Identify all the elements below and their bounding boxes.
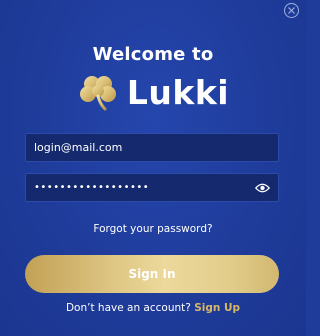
show-password-button[interactable] xyxy=(254,182,270,194)
password-field[interactable]: •••••••••••••••••• xyxy=(25,173,279,202)
close-icon xyxy=(288,7,295,14)
no-account-text: Don’t have an account? xyxy=(65,302,191,314)
brand-name: Lukki xyxy=(126,72,230,112)
close-button[interactable] xyxy=(284,3,299,18)
sign-up-link[interactable]: Sign Up xyxy=(194,302,240,314)
forgot-password-link[interactable]: Forgot your password? xyxy=(0,223,306,235)
shamrock-icon xyxy=(79,76,116,111)
password-value: •••••••••••••••••• xyxy=(34,182,150,193)
email-field[interactable]: login@mail.com xyxy=(25,133,279,162)
brand-logo: Lukki xyxy=(0,72,306,112)
eye-icon xyxy=(254,183,270,192)
login-modal: Welcome to Lukki login@mail.com ••••••••… xyxy=(0,0,306,336)
email-value: login@mail.com xyxy=(34,141,123,154)
welcome-heading: Welcome to xyxy=(92,44,214,65)
signup-prompt: Don’t have an account? Sign Up xyxy=(0,302,306,314)
sign-in-button[interactable]: Sign In xyxy=(25,255,279,293)
